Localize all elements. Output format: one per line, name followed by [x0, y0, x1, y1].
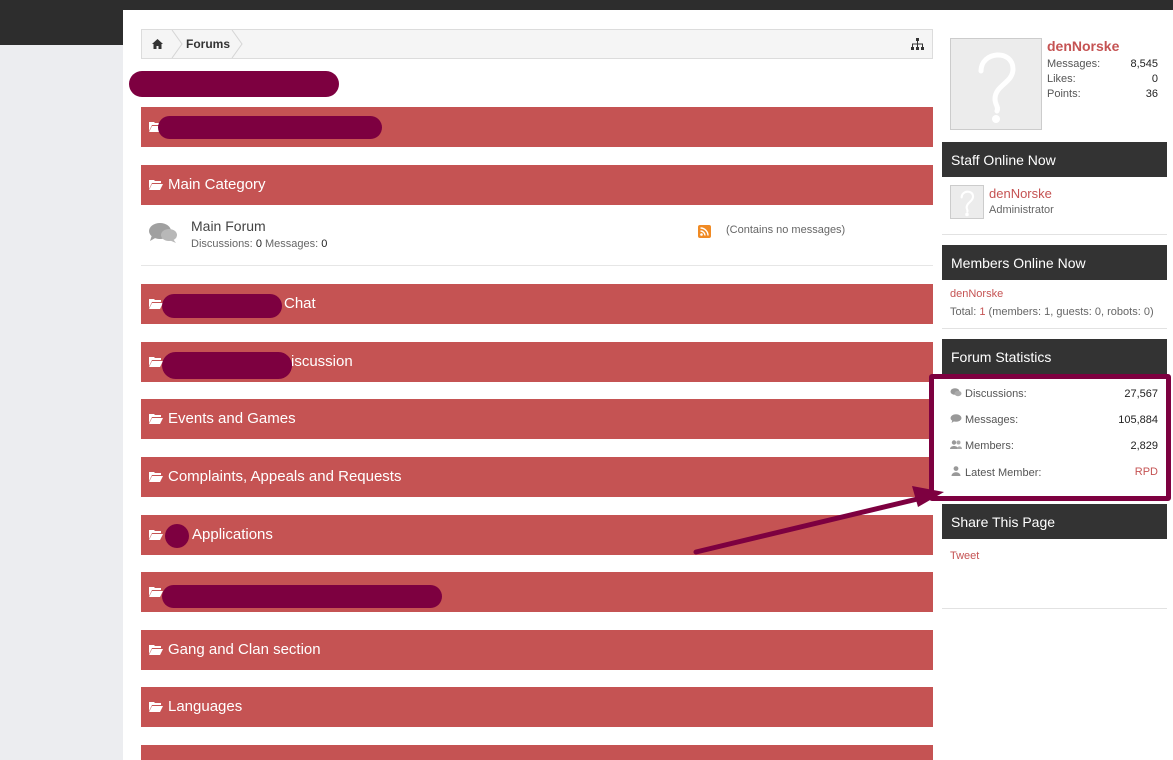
annotation-arrow	[693, 486, 944, 555]
